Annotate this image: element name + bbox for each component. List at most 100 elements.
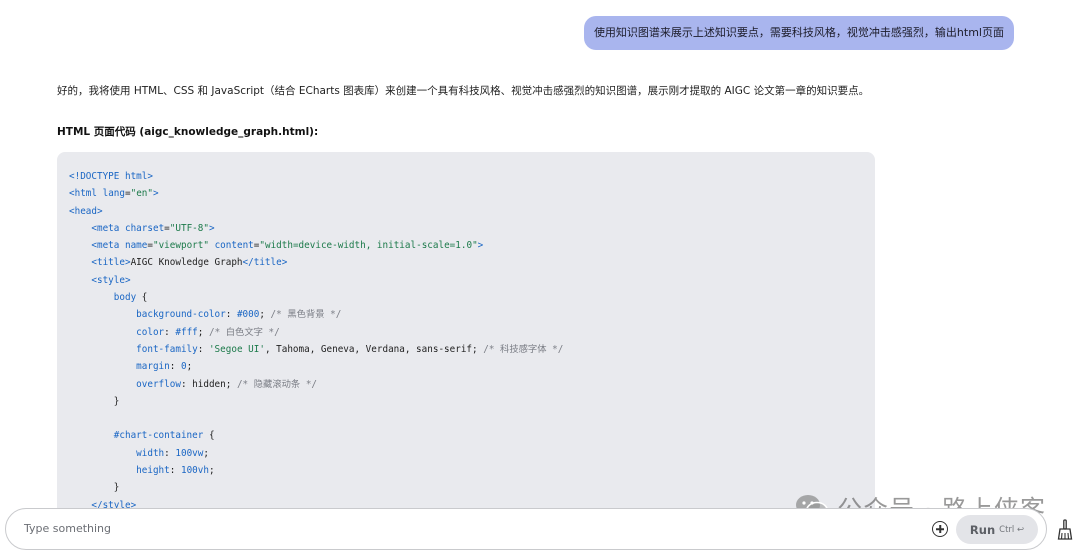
code-token: : bbox=[169, 361, 181, 373]
code-token: , Tahoma, Geneva, Verdana, sans-serif bbox=[264, 343, 473, 355]
code-token: AIGC Knowledge Graph bbox=[130, 257, 243, 269]
code-block[interactable]: <!DOCTYPE html> <html lang="en"> <head> <m… bbox=[57, 152, 875, 517]
code-token: margin bbox=[136, 361, 170, 373]
run-shortcut-hint: Ctrl ↩ bbox=[999, 524, 1025, 535]
user-message-bubble: 使用知识图谱来展示上述知识要点，需要科技风格，视觉冲击感强烈，输出html页面 bbox=[583, 16, 1014, 50]
message-input[interactable]: Type something bbox=[24, 509, 111, 549]
code-line: body { bbox=[69, 289, 563, 306]
code-line: <style> bbox=[69, 272, 563, 289]
code-token: "UTF-8" bbox=[169, 222, 209, 234]
run-button-label: Run bbox=[969, 522, 996, 537]
code-token: /* 隐藏滚动条 */ bbox=[236, 378, 318, 390]
code-line: <meta name="viewport" content="width=dev… bbox=[69, 237, 563, 254]
composer: Type something Run Ctrl ↩ bbox=[5, 508, 1047, 550]
code-token: } bbox=[113, 395, 120, 407]
code-token: body bbox=[113, 292, 137, 304]
code-line: <html lang="en"> bbox=[69, 185, 563, 202]
code-token: : bbox=[164, 326, 176, 338]
code-token: <style> bbox=[91, 274, 131, 286]
code-token: 100vw bbox=[175, 447, 204, 459]
code-line: overflow: hidden; /* 隐藏滚动条 */ bbox=[69, 376, 563, 393]
code-line: <title>AIGC Knowledge Graph</title> bbox=[69, 254, 563, 271]
code-token: background-color bbox=[136, 309, 226, 321]
code-token: { bbox=[203, 430, 215, 442]
code-line: } bbox=[69, 393, 563, 410]
code-lines: <!DOCTYPE html> <html lang="en"> <head> <m… bbox=[69, 168, 563, 514]
code-line: background-color: #000; /* 黑色背景 */ bbox=[69, 306, 563, 323]
code-token: /* 白色文字 */ bbox=[208, 326, 280, 338]
code-token: ; bbox=[203, 447, 209, 459]
code-token: > bbox=[152, 188, 159, 200]
code-token: charset bbox=[124, 222, 165, 234]
code-token: <title> bbox=[91, 257, 131, 269]
code-line: <!DOCTYPE html> bbox=[69, 168, 563, 185]
run-button[interactable]: Run Ctrl ↩ bbox=[956, 515, 1038, 544]
code-token: : bbox=[180, 378, 193, 390]
code-token: ; bbox=[225, 378, 237, 390]
code-token: width bbox=[136, 447, 165, 459]
code-token: { bbox=[136, 292, 148, 304]
code-token: overflow bbox=[136, 378, 181, 390]
code-token: </title> bbox=[242, 257, 288, 269]
code-token: name bbox=[124, 240, 148, 252]
code-token: ; bbox=[208, 465, 215, 477]
code-token: "viewport" bbox=[152, 240, 209, 252]
code-token: /* 科技感字体 */ bbox=[483, 343, 564, 355]
plus-circle-icon[interactable] bbox=[932, 521, 948, 537]
code-token: 100vh bbox=[180, 465, 209, 477]
code-token: : bbox=[169, 465, 181, 477]
code-line: } bbox=[69, 479, 563, 496]
code-token: /* 黑色背景 */ bbox=[270, 309, 342, 321]
code-line: margin: 0; bbox=[69, 358, 563, 375]
code-token: <!DOCTYPE html> bbox=[69, 171, 153, 182]
code-token: height bbox=[136, 465, 170, 477]
code-token: content bbox=[214, 240, 254, 252]
chat-page: 使用知识图谱来展示上述知识要点，需要科技风格，视觉冲击感强烈，输出html页面 … bbox=[0, 0, 1080, 553]
code-token: lang bbox=[102, 188, 125, 200]
code-token: color bbox=[136, 326, 165, 338]
code-line: #chart-container { bbox=[69, 427, 563, 444]
code-token: } bbox=[113, 482, 120, 494]
code-token: ; bbox=[197, 326, 209, 338]
code-token: ; bbox=[186, 361, 193, 373]
assistant-intro-text: 好的，我将使用 HTML、CSS 和 JavaScript（结合 ECharts… bbox=[57, 85, 870, 97]
code-token: <head> bbox=[69, 205, 103, 217]
code-line: height: 100vh; bbox=[69, 462, 563, 479]
code-token: ; bbox=[259, 309, 271, 321]
code-token: <html bbox=[69, 188, 103, 200]
code-token: #000 bbox=[236, 309, 260, 321]
code-token: : bbox=[197, 343, 209, 355]
code-token: font-family bbox=[136, 343, 198, 355]
code-token: hidden bbox=[192, 378, 226, 390]
code-token: : bbox=[225, 309, 237, 321]
code-line: color: #fff; /* 白色文字 */ bbox=[69, 324, 563, 341]
code-token: ; bbox=[472, 343, 484, 355]
code-token: > bbox=[477, 240, 484, 252]
code-line: font-family: 'Segoe UI', Tahoma, Geneva,… bbox=[69, 341, 563, 358]
code-token: 'Segoe UI' bbox=[208, 343, 265, 355]
code-token: <meta bbox=[91, 240, 125, 252]
code-token: "en" bbox=[130, 188, 153, 200]
broom-icon[interactable] bbox=[1056, 519, 1074, 541]
code-heading: HTML 页面代码 (aigc_knowledge_graph.html): bbox=[57, 126, 319, 138]
code-token: #chart-container bbox=[113, 430, 204, 442]
code-token: : bbox=[164, 447, 176, 459]
code-token: <meta bbox=[91, 222, 125, 234]
code-token: "width=device-width, initial-scale=1.0" bbox=[259, 240, 478, 252]
code-token: > bbox=[208, 222, 215, 234]
